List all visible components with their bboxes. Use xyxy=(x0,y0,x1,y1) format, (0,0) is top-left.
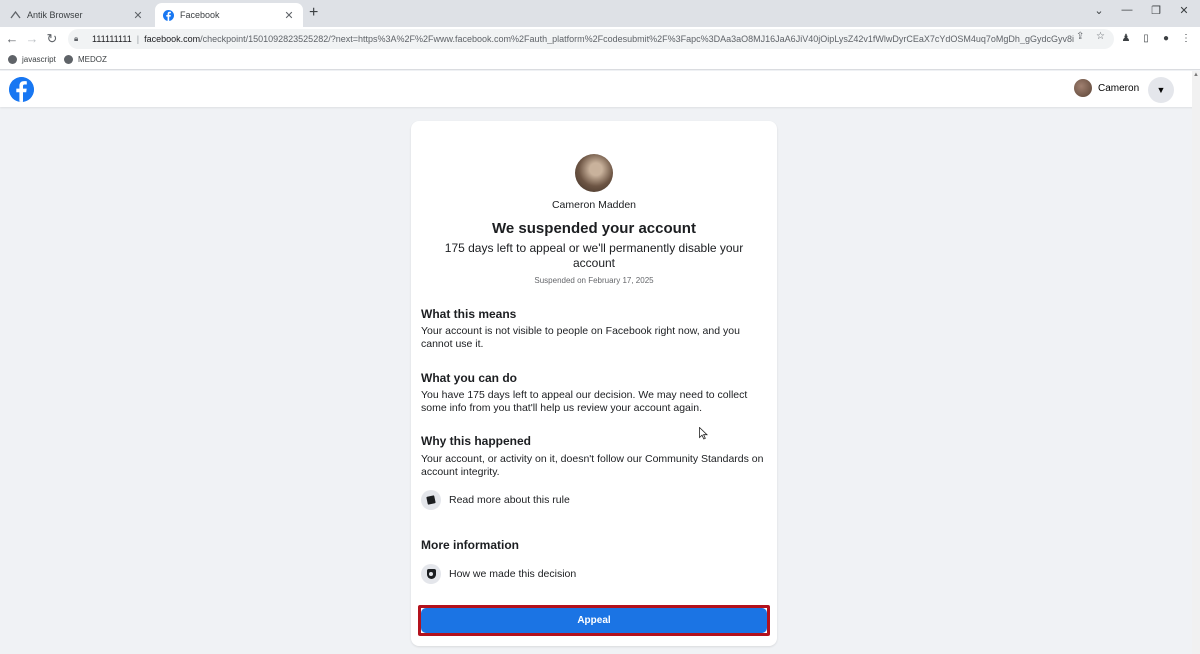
caret-down-icon: ▼ xyxy=(1156,85,1166,95)
rule-icon xyxy=(421,490,441,510)
user-profile-icon[interactable]: ● xyxy=(1159,31,1173,45)
restore-icon[interactable]: ❐ xyxy=(1142,4,1170,17)
read-more-rule-link[interactable]: Read more about this rule xyxy=(421,490,570,510)
minimize-icon[interactable]: — xyxy=(1113,4,1141,16)
address-separator: | xyxy=(136,34,140,44)
suspension-card: Cameron Madden We suspended your account… xyxy=(411,121,777,646)
section-title-what-you-can-do: What you can do xyxy=(421,371,517,385)
facebook-header: Cameron ▼ xyxy=(0,71,1195,107)
profile-name: Cameron xyxy=(1098,82,1140,94)
avatar xyxy=(575,154,613,192)
appeal-button[interactable]: Appeal xyxy=(421,608,767,633)
globe-icon xyxy=(64,55,73,64)
mouse-cursor-icon xyxy=(699,427,708,440)
tab-facebook[interactable]: Facebook ✕ xyxy=(155,3,303,27)
lock-icon: 🔒︎ xyxy=(74,34,79,43)
url-host: facebook.com xyxy=(144,34,201,44)
facebook-logo-icon[interactable] xyxy=(9,77,34,102)
sidebar-icon[interactable]: ▯ xyxy=(1139,31,1153,45)
url-text: facebook.com/checkpoint/1501092823525282… xyxy=(144,34,1074,44)
bookmark-label: javascript xyxy=(22,55,56,64)
antik-icon xyxy=(10,10,21,21)
avatar xyxy=(1074,79,1092,97)
account-menu-button[interactable]: ▼ xyxy=(1148,77,1174,103)
kebab-menu-icon[interactable]: ⋮ xyxy=(1179,31,1193,45)
section-body-what-you-can-do: You have 175 days left to appeal our dec… xyxy=(421,389,748,414)
profile-chip[interactable]: Cameron xyxy=(1074,79,1139,97)
suspended-date: Suspended on February 17, 2025 xyxy=(534,276,654,285)
facebook-icon xyxy=(163,9,174,21)
browser-toolbar: ← → ↻ 🔒︎ 111111111 | facebook.com/checkp… xyxy=(0,27,1200,51)
globe-icon xyxy=(8,55,17,64)
bookmark-javascript[interactable]: javascript xyxy=(8,55,56,64)
close-icon[interactable]: ✕ xyxy=(132,9,144,22)
shield-icon xyxy=(421,564,441,584)
tab-title: Facebook xyxy=(180,10,220,20)
tab-antik-browser[interactable]: Antik Browser ✕ xyxy=(2,3,152,27)
bookmark-medoz[interactable]: MEDOZ xyxy=(64,55,107,64)
user-name: Cameron Madden xyxy=(551,199,637,211)
share-icon[interactable]: ⇪ xyxy=(1076,31,1084,42)
url-path: /checkpoint/1501092823525282/?next=https… xyxy=(200,34,1075,44)
link-label: Read more about this rule xyxy=(449,494,570,506)
scrollbar[interactable] xyxy=(1192,71,1200,654)
tab-title: Antik Browser xyxy=(27,10,83,20)
subheading: 175 days left to appeal or we'll permane… xyxy=(444,241,744,270)
reload-icon[interactable]: ↻ xyxy=(43,30,61,48)
section-title-more-information: More information xyxy=(421,538,519,552)
scroll-up-icon[interactable]: ▲ xyxy=(1193,72,1199,78)
bookmark-label: MEDOZ xyxy=(78,55,107,64)
section-title-why-this-happened: Why this happened xyxy=(421,434,532,448)
bookmark-star-icon[interactable]: ☆ xyxy=(1096,31,1105,42)
chevron-down-icon[interactable]: ⌄ xyxy=(1085,4,1113,17)
profile-label: 111111111 xyxy=(92,34,132,44)
how-decision-made-link[interactable]: How we made this decision xyxy=(421,564,576,584)
new-tab-button[interactable]: + xyxy=(309,4,318,22)
bookmarks-bar: javascript MEDOZ xyxy=(0,51,1200,70)
page-title: We suspended your account xyxy=(492,220,696,237)
section-title-what-this-means: What this means xyxy=(421,307,517,321)
tab-strip: Antik Browser ✕ Facebook ✕ + ⌄ — ❐ ✕ xyxy=(0,0,1200,27)
section-body-why-this-happened: Your account, or activity on it, doesn't… xyxy=(421,453,764,478)
address-bar[interactable]: 🔒︎ 111111111 | facebook.com/checkpoint/1… xyxy=(68,29,1114,49)
link-label: How we made this decision xyxy=(449,568,577,580)
back-icon[interactable]: ← xyxy=(3,30,21,48)
forward-icon[interactable]: → xyxy=(23,30,41,48)
extension-icon[interactable]: ♟ xyxy=(1119,31,1133,45)
window-close-icon[interactable]: ✕ xyxy=(1170,4,1198,17)
section-body-what-this-means: Your account is not visible to people on… xyxy=(421,325,740,350)
close-icon[interactable]: ✕ xyxy=(283,9,295,22)
